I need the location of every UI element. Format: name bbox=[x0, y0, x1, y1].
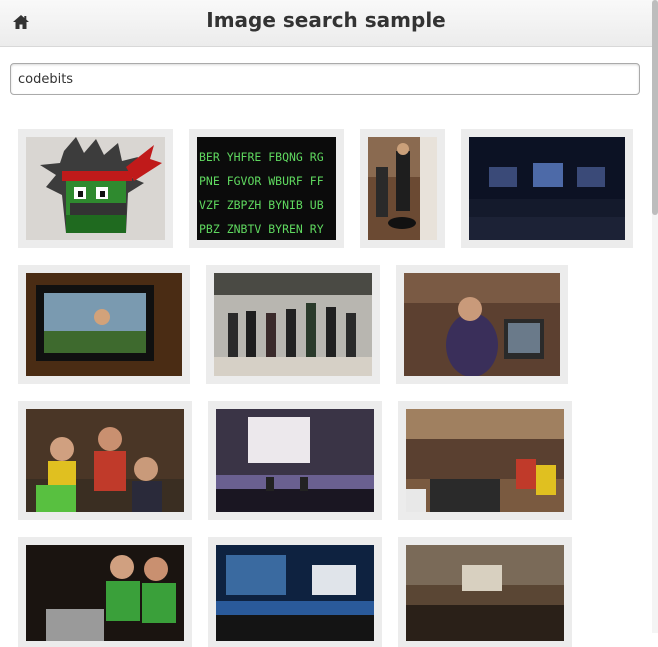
image-result-hackathon-crowd[interactable] bbox=[398, 401, 572, 520]
ninja-mascot-image bbox=[26, 137, 165, 240]
image-result-green-shirts[interactable] bbox=[18, 537, 192, 647]
cipher-line-4: PBZ ZNBTV BYREN RY bbox=[199, 222, 324, 236]
man-laptop-photo bbox=[404, 273, 560, 376]
green-shirts-photo bbox=[26, 545, 184, 641]
scrollbar-thumb[interactable] bbox=[652, 0, 658, 215]
image-result-stage-group[interactable] bbox=[206, 265, 380, 384]
segway-photo bbox=[368, 137, 437, 240]
image-result-ninja-mascot[interactable] bbox=[18, 129, 173, 248]
audience-photo bbox=[26, 409, 184, 512]
blue-stage-photo bbox=[216, 545, 374, 641]
cipher-line-3: VZF ZBPZH BYNIB UB bbox=[199, 198, 324, 212]
cipher-line-1: BER YHFRE FBQNG RG bbox=[199, 150, 324, 164]
cipher-text-image: BER YHFRE FBQNG RG PNE FGVOR WBURF FF VZ… bbox=[197, 137, 336, 240]
image-result-stage-projector[interactable] bbox=[208, 401, 382, 520]
cipher-line-2: PNE FGVOR WBURF FF bbox=[199, 174, 324, 188]
monitor-photo bbox=[26, 273, 182, 376]
page-title: Image search sample bbox=[206, 8, 446, 32]
image-result-dark-hall[interactable] bbox=[461, 129, 633, 248]
image-result-man-laptop[interactable] bbox=[396, 265, 568, 384]
image-result-blue-stage[interactable] bbox=[208, 537, 382, 647]
image-result-large-hall[interactable] bbox=[398, 537, 572, 647]
scrollbar[interactable] bbox=[652, 0, 658, 633]
dark-hall-photo bbox=[469, 137, 625, 240]
stage-projector-photo bbox=[216, 409, 374, 512]
app-header: Image search sample bbox=[0, 0, 652, 47]
large-hall-photo bbox=[406, 545, 564, 641]
search-input[interactable] bbox=[10, 63, 640, 95]
image-result-segways[interactable] bbox=[360, 129, 445, 248]
stage-group-photo bbox=[214, 273, 372, 376]
image-result-monitor-presenter[interactable] bbox=[18, 265, 190, 384]
hackathon-crowd-photo bbox=[406, 409, 564, 512]
image-result-audience[interactable] bbox=[18, 401, 192, 520]
image-result-cipher-text[interactable]: BER YHFRE FBQNG RG PNE FGVOR WBURF FF VZ… bbox=[189, 129, 344, 248]
